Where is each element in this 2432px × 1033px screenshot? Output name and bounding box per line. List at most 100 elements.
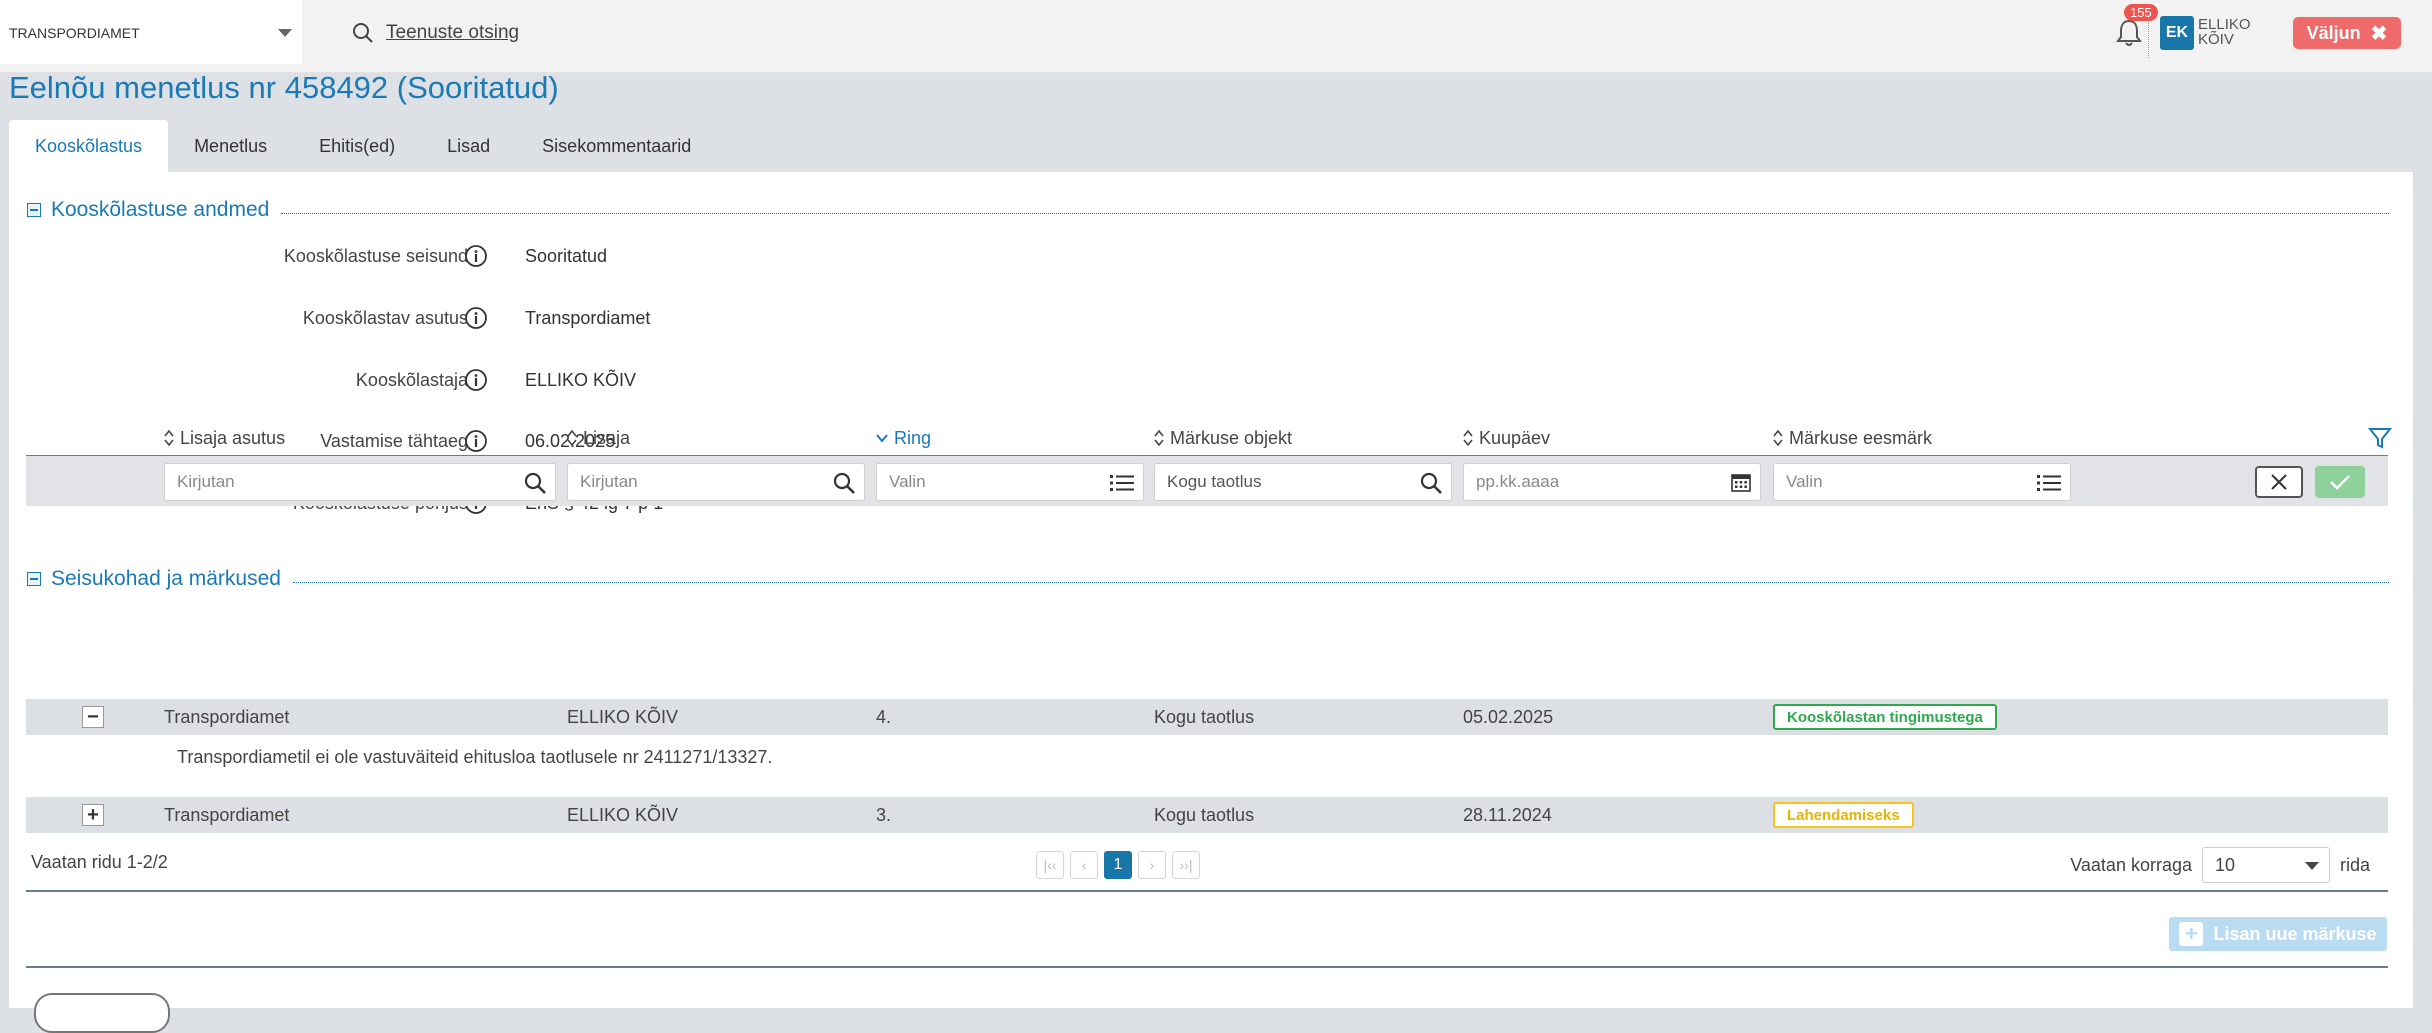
section-header-kooskolastuse-andmed: Kooskõlastuse andmed <box>27 198 2389 222</box>
filter-placeholder: Kirjutan <box>580 472 638 491</box>
logout-button[interactable]: Väljun ✖ <box>2293 17 2401 49</box>
filter-ring-select[interactable]: Valin <box>876 463 1144 501</box>
column-label: Lisaja <box>583 427 631 448</box>
section-header-seisukohad-ja-markused: Seisukohad ja märkused <box>27 567 2389 591</box>
column-header-lisaja[interactable]: Lisaja <box>567 421 630 455</box>
page-button[interactable]: 1 <box>1104 851 1132 879</box>
cell-ring: 4. <box>876 706 892 727</box>
grid-footer: Vaatan ridu 1-2/2 |‹‹ ‹ 1 › ››| Vaatan k… <box>26 838 2388 892</box>
filter-markuse-eesmark-select[interactable]: Valin <box>1773 463 2071 501</box>
cell-asutus: Transpordiamet <box>164 804 290 825</box>
check-icon <box>2330 475 2350 490</box>
service-search-label: Teenuste otsing <box>386 22 520 43</box>
sort-icon <box>1773 429 1783 447</box>
filter-kuupaev-input[interactable]: pp.kk.aaaa <box>1463 463 1761 501</box>
rows-info: Vaatan ridu 1-2/2 <box>31 852 168 872</box>
collapse-toggle-icon[interactable] <box>27 572 41 586</box>
search-icon[interactable] <box>832 471 856 495</box>
chevron-down-icon <box>2304 862 2319 870</box>
filter-placeholder: Kirjutan <box>177 472 235 491</box>
sort-icon <box>567 429 577 447</box>
add-remark-button[interactable]: + Lisan uue märkuse <box>2169 917 2387 951</box>
page-size-label: Vaatan korraga <box>2070 854 2192 875</box>
tab-lisad[interactable]: Lisad <box>421 120 516 172</box>
bell-icon[interactable] <box>2116 18 2142 48</box>
info-icon[interactable] <box>464 244 488 268</box>
table-row[interactable]: − Transpordiamet ELLIKO KÕIV 4. Kogu tao… <box>26 699 2388 735</box>
last-page-button[interactable]: ››| <box>1172 851 1200 879</box>
bottom-action-button[interactable] <box>34 993 170 1033</box>
divider <box>281 212 2389 214</box>
table-row[interactable]: + Transpordiamet ELLIKO KÕIV 3. Kogu tao… <box>26 797 2388 833</box>
collapse-toggle-icon[interactable] <box>27 203 41 217</box>
tab-menetlus[interactable]: Menetlus <box>168 120 293 172</box>
page-size-control: Vaatan korraga 10 rida <box>2070 847 2370 883</box>
column-header-ring[interactable]: Ring <box>876 421 931 455</box>
clear-filters-button[interactable] <box>2255 466 2303 498</box>
field-value: Sooritatud <box>525 245 608 266</box>
calendar-icon[interactable] <box>1730 471 1752 493</box>
avatar[interactable]: EK <box>2160 16 2194 50</box>
service-search-link[interactable]: Teenuste otsing <box>352 20 519 46</box>
user-name[interactable]: ELLIKO KÕIV <box>2198 17 2268 47</box>
first-page-button[interactable]: |‹‹ <box>1036 851 1064 879</box>
column-header-markuse-objekt[interactable]: Märkuse objekt <box>1154 421 1292 455</box>
cell-kuupaev: 28.11.2024 <box>1463 804 1552 825</box>
sort-icon <box>164 429 174 447</box>
apply-filters-button[interactable] <box>2315 466 2365 498</box>
expand-row-button[interactable]: + <box>82 804 104 826</box>
filter-placeholder: Valin <box>889 472 926 491</box>
tab-bar: Kooskõlastus Menetlus Ehitis(ed) Lisad S… <box>9 120 717 172</box>
next-page-button[interactable]: › <box>1138 851 1166 879</box>
field-label: Kooskõlastuse seisund <box>283 245 468 266</box>
tab-sisekommentaarid[interactable]: Sisekommentaarid <box>516 120 717 172</box>
column-header-lisaja-asutus[interactable]: Lisaja asutus <box>164 421 285 455</box>
filter-markuse-objekt-input[interactable]: Kogu taotlus <box>1154 463 1452 501</box>
page-size-select[interactable]: 10 <box>2201 847 2330 883</box>
filter-placeholder: pp.kk.aaaa <box>1476 472 1560 491</box>
grid-filter-row: Kirjutan Kirjutan Valin Kogu taotlus pp.… <box>26 456 2388 506</box>
column-header-kuupaev[interactable]: Kuupäev <box>1463 421 1550 455</box>
grid-header: Lisaja asutus Lisaja Ring Märkuse objekt… <box>26 421 2392 457</box>
close-icon <box>2271 474 2287 490</box>
search-icon[interactable] <box>523 471 547 495</box>
sort-icon <box>1463 429 1473 447</box>
column-header-markuse-eesmark[interactable]: Märkuse eesmärk <box>1773 421 1932 455</box>
filter-lisaja-asutus-input[interactable]: Kirjutan <box>164 463 556 501</box>
cell-ring: 3. <box>876 804 892 825</box>
collapse-row-button[interactable]: − <box>82 706 104 728</box>
search-icon[interactable] <box>1419 471 1443 495</box>
column-label: Märkuse eesmärk <box>1789 427 1933 448</box>
search-icon <box>353 23 373 43</box>
tab-kooskolastus[interactable]: Kooskõlastus <box>9 120 169 172</box>
filter-placeholder: Valin <box>1786 472 1823 491</box>
filter-icon[interactable] <box>2368 426 2392 450</box>
cell-objekt: Kogu taotlus <box>1154 706 1255 727</box>
close-icon: ✖ <box>2370 22 2388 45</box>
tab-ehitised[interactable]: Ehitis(ed) <box>293 120 421 172</box>
cell-lisaja: ELLIKO KÕIV <box>567 804 679 825</box>
info-icon[interactable] <box>464 306 488 330</box>
prev-page-button[interactable]: ‹ <box>1070 851 1098 879</box>
organization-select[interactable]: TRANSPORDIAMET <box>0 0 302 64</box>
list-icon[interactable] <box>2036 471 2062 495</box>
sort-descending-icon <box>876 434 888 443</box>
page-size-suffix: rida <box>2339 854 2370 875</box>
sort-icon <box>1154 429 1164 447</box>
field-kooskolastuse-seisund: Kooskõlastuse seisund Sooritatud <box>0 240 900 272</box>
pagination: |‹‹ ‹ 1 › ››| <box>1036 851 1200 879</box>
status-badge: Lahendamiseks <box>1773 802 1914 828</box>
list-icon[interactable] <box>1109 471 1135 495</box>
notification-count-badge: 155 <box>2124 4 2158 21</box>
row-detail-text: Transpordiametil ei ole vastuväiteid ehi… <box>177 747 773 767</box>
cell-asutus: Transpordiamet <box>164 706 290 727</box>
filter-lisaja-input[interactable]: Kirjutan <box>567 463 865 501</box>
plus-icon: + <box>2179 921 2204 946</box>
column-label: Kuupäev <box>1479 427 1551 448</box>
field-label: Kooskõlastav asutus <box>302 307 468 328</box>
info-icon[interactable] <box>464 368 488 392</box>
filter-value: Kogu taotlus <box>1167 472 1262 491</box>
divider <box>2148 14 2149 58</box>
chevron-down-icon <box>278 29 292 37</box>
logout-label: Väljun <box>2306 22 2361 43</box>
